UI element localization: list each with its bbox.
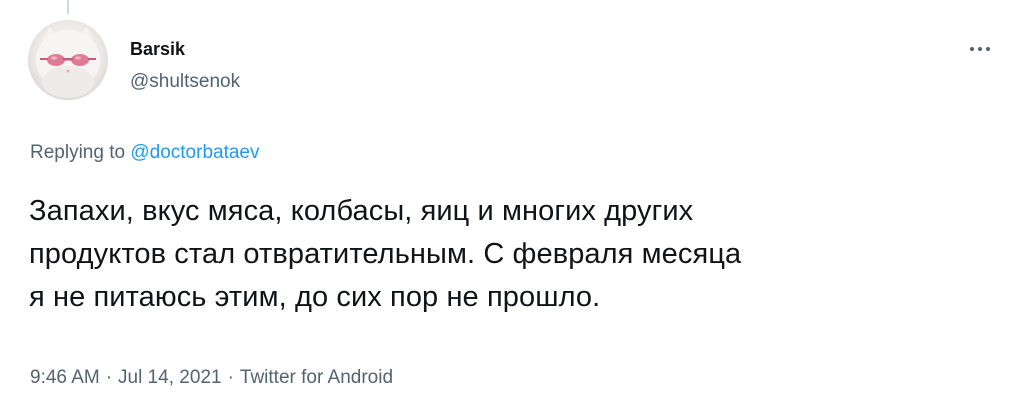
author-name[interactable]: Barsik <box>130 38 185 60</box>
tweet[interactable]: Barsik @shultsenok Replying to @doctorba… <box>0 0 1024 418</box>
tweet-metadata: 9:46 AM · Jul 14, 2021 · Twitter for Android <box>30 364 393 392</box>
more-horizontal-icon <box>968 47 992 51</box>
tweet-text: Запахи, вкус мяса, колбасы, яиц и многих… <box>29 190 1004 319</box>
avatar[interactable] <box>28 20 108 100</box>
tweet-source-link[interactable]: Twitter for Android <box>240 367 393 388</box>
replying-to: Replying to @doctorbataev <box>30 139 259 167</box>
tweet-text-line: продуктов стал отвратительным. С февраля… <box>29 238 742 270</box>
author-handle[interactable]: @shultsenok <box>130 70 240 94</box>
replying-to-label: Replying to <box>30 142 126 163</box>
meta-separator: · <box>227 367 234 388</box>
cat-avatar-icon <box>28 20 108 100</box>
more-options-button[interactable] <box>960 38 1000 60</box>
thread-connector-line <box>67 0 69 14</box>
reply-to-handle-link[interactable]: @doctorbataev <box>130 142 259 163</box>
tweet-text-line: Запахи, вкус мяса, колбасы, яиц и многих… <box>29 195 694 227</box>
meta-separator: · <box>105 367 113 388</box>
tweet-text-line: я не питаюсь этим, до сих пор не прошло. <box>29 281 601 313</box>
tweet-time-link[interactable]: 9:46 AM <box>30 367 100 388</box>
tweet-date-link[interactable]: Jul 14, 2021 <box>118 367 222 388</box>
